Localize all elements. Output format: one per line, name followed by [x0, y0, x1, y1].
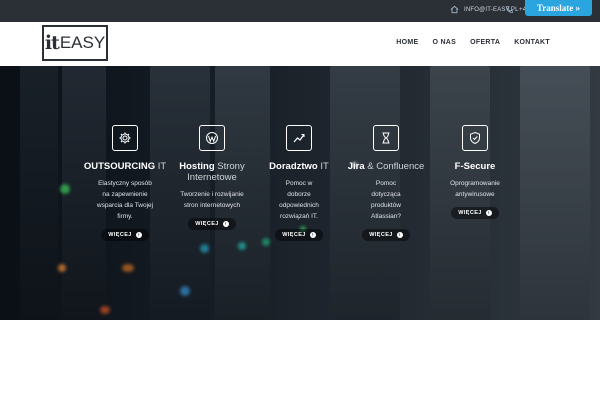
nav-item-home[interactable]: HOME — [396, 39, 418, 46]
site-header: it EASY HOME O NAS OFERTA KONTAKT — [0, 22, 600, 66]
main-nav: HOME O NAS OFERTA KONTAKT — [396, 39, 550, 46]
logo-easy: EASY — [59, 33, 106, 52]
shield-icon — [462, 125, 488, 151]
nav-item-oferta[interactable]: OFERTA — [470, 39, 500, 46]
page: INFO@IT-EASY.PL +48 50 Translate » it EA… — [0, 0, 600, 400]
service-f-secure: F-Secure Oprogramowanie antywirusowe WIĘ… — [430, 125, 520, 219]
gear-icon — [112, 125, 138, 151]
phone-icon — [506, 5, 514, 13]
translate-button[interactable]: Translate » — [524, 0, 592, 16]
top-bar: INFO@IT-EASY.PL +48 50 Translate » — [0, 0, 600, 22]
service-description: Pomoc w doborze odpowiednich rozwiązań I… — [279, 180, 319, 220]
logo[interactable]: it EASY — [42, 25, 108, 61]
logo-it: it — [44, 32, 60, 54]
content-area — [0, 320, 600, 400]
nav-item-o-nas[interactable]: O NAS — [432, 39, 456, 46]
service-outsourcing: OUTSOURCING IT Elastyczny sposób na zape… — [80, 125, 170, 241]
service-title: Hosting Strony Internetowe — [179, 161, 245, 183]
service-title: F-Secure — [454, 161, 496, 172]
service-description: Elastyczny sposób na zapewnienie wsparci… — [96, 180, 154, 220]
hero-banner: OUTSOURCING IT Elastyczny sposób na zape… — [0, 66, 600, 320]
service-title: OUTSOURCING IT — [83, 161, 167, 172]
service-doradztwo: Doradztwo IT Pomoc w doborze odpowiednic… — [254, 125, 344, 241]
more-button[interactable]: WIĘCEJ › — [188, 218, 236, 230]
service-description: Pomoc dotycząca produktów Atlassian? — [371, 180, 401, 220]
house-icon — [450, 5, 459, 14]
arrow-right-icon: › — [135, 232, 142, 238]
service-jira: Jira & Confluence Pomoc dotycząca produk… — [341, 125, 431, 241]
more-button[interactable]: WIĘCEJ › — [362, 229, 410, 241]
arrow-right-icon: › — [309, 232, 316, 238]
service-description: Oprogramowanie antywirusowe — [450, 180, 500, 198]
arrow-right-icon: › — [396, 232, 403, 238]
service-description: Tworzenie i rozwijanie stron internetowy… — [180, 191, 244, 209]
service-title: Jira & Confluence — [347, 161, 425, 172]
hourglass-icon — [373, 125, 399, 151]
more-button[interactable]: WIĘCEJ › — [451, 207, 499, 219]
wordpress-icon — [199, 125, 225, 151]
arrow-right-icon: › — [485, 210, 492, 216]
service-title: Doradztwo IT — [269, 161, 329, 172]
nav-item-kontakt[interactable]: KONTAKT — [514, 39, 550, 46]
trend-chart-icon — [286, 125, 312, 151]
more-button[interactable]: WIĘCEJ › — [275, 229, 323, 241]
arrow-right-icon: › — [222, 221, 229, 227]
more-button[interactable]: WIĘCEJ › — [101, 229, 149, 241]
service-hosting: Hosting Strony Internetowe Tworzenie i r… — [167, 125, 257, 230]
